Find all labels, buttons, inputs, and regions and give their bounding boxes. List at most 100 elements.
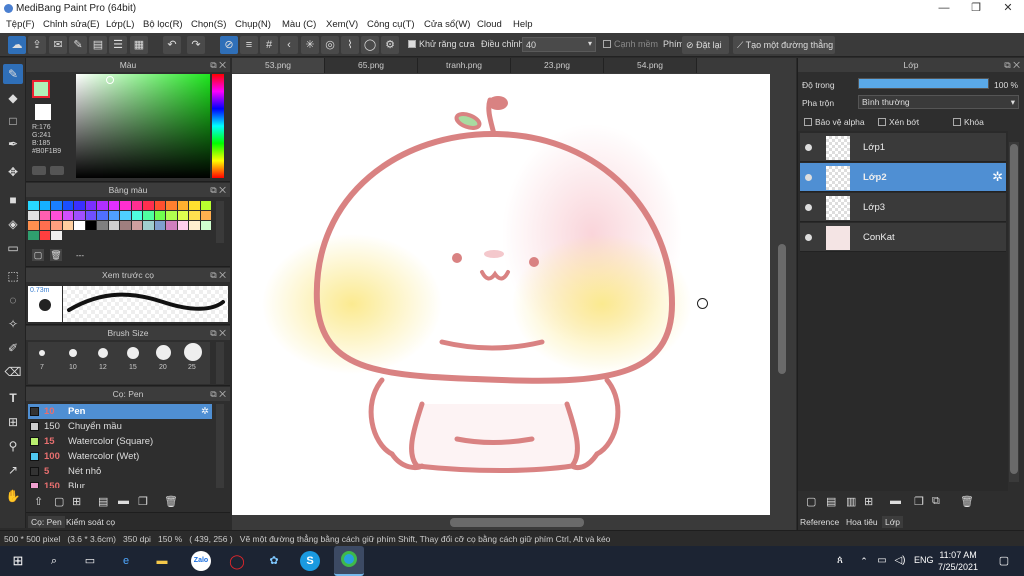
tab-navigator[interactable]: Hoa tiêu	[846, 517, 878, 527]
palette-swatch[interactable]	[85, 201, 96, 210]
size-dot-20[interactable]	[156, 345, 171, 360]
notification-icon[interactable]: ▢	[994, 551, 1014, 571]
layer-item-selected[interactable]: Lớp2 ✲	[800, 163, 1006, 192]
add-palette-icon[interactable]: ▢	[32, 249, 44, 261]
menu-layer[interactable]: Lớp(L)	[106, 19, 134, 30]
eraser-tool-icon[interactable]: ◆	[3, 88, 23, 108]
palette-swatch[interactable]	[154, 211, 165, 220]
eye-icon[interactable]	[805, 234, 812, 241]
rect-fill-tool-icon[interactable]: ■	[3, 190, 23, 210]
gradient-tool-icon[interactable]: ▭	[3, 238, 23, 258]
brush-scrollbar[interactable]	[216, 404, 224, 488]
eyedropper-tool-icon[interactable]: ⚲	[3, 436, 23, 456]
menu-tools[interactable]: Công cụ(T)	[367, 19, 415, 30]
add-layer-menu-icon[interactable]: ⊞	[864, 495, 873, 508]
eye-icon[interactable]	[805, 144, 812, 151]
palette-swatch[interactable]	[28, 221, 39, 230]
pick-tool-icon[interactable]: ↗	[3, 460, 23, 480]
palette-swatch[interactable]	[28, 211, 39, 220]
tab-reference[interactable]: Reference	[800, 517, 839, 527]
tab-53-png[interactable]: 53.png	[232, 58, 325, 73]
move-tool-icon[interactable]: ✥	[3, 162, 23, 182]
menu-window[interactable]: Cửa sổ(W)	[424, 19, 470, 30]
select-eraser-icon[interactable]: ⌫	[3, 362, 23, 382]
palette-swatch[interactable]	[143, 201, 154, 210]
menu-edit[interactable]: Chỉnh sửa(E)	[43, 19, 100, 30]
merge-layer-icon[interactable]: ⧉	[932, 495, 940, 508]
tab-tranh-png[interactable]: tranh.png	[418, 58, 511, 73]
size-scrollbar[interactable]	[216, 342, 224, 384]
lock-checkbox[interactable]: Khóa	[953, 117, 984, 127]
tray-chevron-icon[interactable]: ⌃	[854, 551, 874, 571]
palette-swatch[interactable]	[62, 201, 73, 210]
palette-swatch[interactable]	[39, 231, 50, 240]
grid-icon[interactable]: ▦	[130, 36, 148, 54]
palette-swatch[interactable]	[189, 201, 200, 210]
volume-icon[interactable]: ◁)	[890, 551, 910, 571]
menu-view[interactable]: Xem(V)	[326, 19, 358, 30]
brush-item[interactable]: 15 Watercolor (Square)	[28, 434, 212, 449]
palette-swatch[interactable]	[131, 211, 142, 220]
delete-palette-icon[interactable]: 🗑	[50, 249, 62, 261]
brush-item[interactable]: 100 Watercolor (Wet)	[28, 449, 212, 464]
reset-button[interactable]: ⊘ Đặt lại	[682, 36, 729, 54]
select-tool-icon[interactable]: ⬚	[3, 266, 23, 286]
size-dot-15[interactable]	[127, 347, 139, 359]
palette-swatch[interactable]	[85, 211, 96, 220]
vertical-scrollbar[interactable]	[772, 74, 792, 515]
lasso-tool-icon[interactable]: ◌	[3, 290, 23, 310]
palette-swatch[interactable]	[120, 221, 131, 230]
palette-swatch[interactable]	[154, 201, 165, 210]
palette-swatch[interactable]	[177, 221, 188, 230]
size-dot-7[interactable]	[39, 350, 45, 356]
palette-scrollbar[interactable]	[216, 201, 224, 243]
dot-tool-icon[interactable]: □	[3, 111, 23, 131]
edge-icon[interactable]: e	[116, 551, 136, 571]
size-dot-25[interactable]	[184, 343, 202, 361]
comment-add-icon[interactable]: ✎	[69, 36, 87, 54]
comment-icon[interactable]: ✉	[49, 36, 67, 54]
brush-item[interactable]: 150 Chuyển mầu	[28, 419, 212, 434]
copy-brush-icon[interactable]: ❐	[138, 495, 148, 508]
palette-swatch[interactable]	[108, 221, 119, 230]
palette-swatch[interactable]	[28, 231, 39, 240]
palette-swatch[interactable]	[97, 211, 108, 220]
snap-curve-icon[interactable]: ⌇	[341, 36, 359, 54]
vertical-scroll-thumb[interactable]	[778, 244, 786, 374]
palette-swatch[interactable]	[51, 211, 62, 220]
maximize-button[interactable]: ❐	[960, 0, 992, 17]
tab-65-png[interactable]: 65.png	[325, 58, 418, 73]
palette-swatch[interactable]	[74, 221, 85, 230]
edit-brush-icon[interactable]: ▤	[98, 495, 108, 508]
menu-filter[interactable]: Bộ lọc(R)	[143, 19, 183, 30]
size-dot-10[interactable]	[69, 349, 77, 357]
tab-layer[interactable]: Lớp	[882, 516, 904, 528]
delete-layer-icon[interactable]: 🗑	[960, 495, 974, 508]
page-icon[interactable]: ▤	[89, 36, 107, 54]
menu-color[interactable]: Màu (C)	[282, 19, 316, 30]
brush-cloud-icon[interactable]: ⇧	[34, 495, 43, 508]
palette-swatch[interactable]	[154, 221, 165, 230]
snap-parallel-icon[interactable]: ≡	[240, 36, 258, 54]
brush-item[interactable]: 5 Nét nhỏ	[28, 464, 212, 479]
opacity-slider[interactable]	[858, 78, 989, 89]
list-icon[interactable]: ☰	[109, 36, 127, 54]
palette-swatch[interactable]	[85, 221, 96, 230]
palette-swatch[interactable]	[177, 211, 188, 220]
layer-scroll-thumb[interactable]	[1010, 144, 1018, 474]
new-8bit-layer-icon[interactable]: ▥	[846, 495, 856, 508]
palette-swatch[interactable]	[74, 201, 85, 210]
tab-brush[interactable]: Cọ: Pen	[28, 516, 65, 528]
paint-app-icon[interactable]: ✿	[264, 551, 284, 571]
layer-item[interactable]: Lớp3	[800, 193, 1006, 222]
palette-swatch[interactable]	[51, 231, 62, 240]
cloud-icon[interactable]: ☁	[8, 36, 26, 54]
new-halftone-layer-icon[interactable]: ▤	[826, 495, 836, 508]
select-pen-icon[interactable]: ✐	[3, 338, 23, 358]
magic-wand-icon[interactable]: ✧	[3, 314, 23, 334]
hue-slider[interactable]	[212, 74, 224, 178]
blend-select[interactable]: Bình thường ▾	[858, 95, 1019, 109]
protect-alpha-checkbox[interactable]: Bảo vệ alpha	[804, 117, 865, 127]
palette-swatch[interactable]	[143, 211, 154, 220]
tab-brush-control[interactable]: Kiểm soát cọ	[66, 517, 115, 527]
